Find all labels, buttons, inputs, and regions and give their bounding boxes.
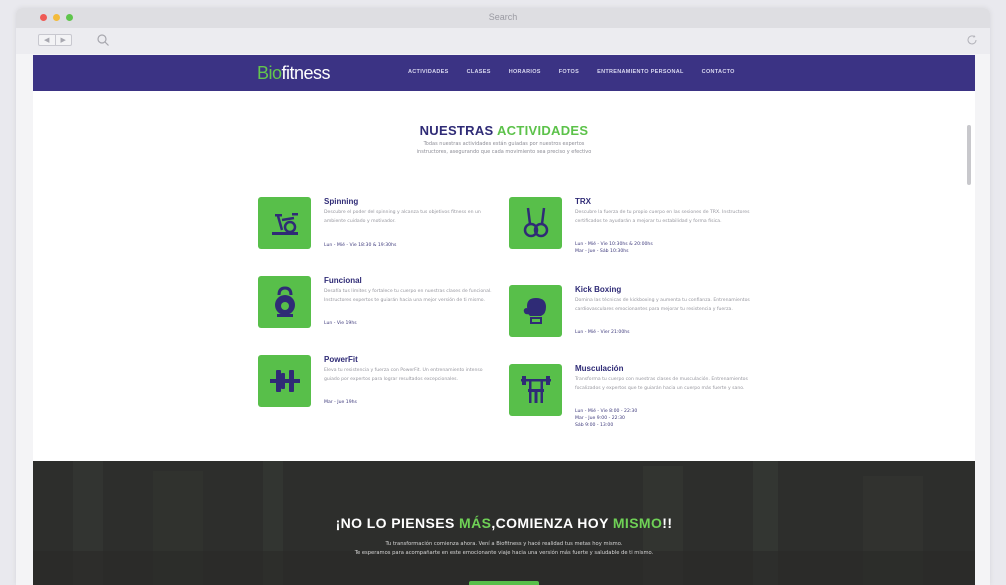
schedule-line-1: Lun - Vie 19hs <box>324 321 357 326</box>
history-nav: ◀ ▶ <box>38 34 72 46</box>
activities-title-accent: ACTIVIDADES <box>496 123 589 138</box>
activity-trx[interactable]: TRX Descubre la fuerza de tu propio cuer… <box>509 197 749 267</box>
activities-title: NUESTRAS ACTIVIDADES <box>33 123 975 138</box>
activity-description: Eleva tu resistencia y fuerza con PowerF… <box>324 368 483 382</box>
title-bar: Search <box>16 8 990 28</box>
activity-description: Domina las técnicas de kickboxing y aume… <box>575 298 750 312</box>
activity-name: Spinning <box>324 197 359 206</box>
kettlebell-icon <box>274 286 295 317</box>
cta-title-part2: MÁS <box>459 515 492 531</box>
activity-icon-box <box>509 285 562 337</box>
nav-clases[interactable]: CLASES <box>467 69 491 75</box>
boxing-glove-icon <box>523 298 546 324</box>
cta-title-part3: ,COMIENZA HOY <box>491 515 613 531</box>
main-nav: ACTIVIDADES CLASES HORARIOS FOTOS ENTREN… <box>408 69 735 75</box>
spinning-bike-icon <box>271 213 298 235</box>
activity-icon-box <box>258 276 311 328</box>
activity-funcional[interactable]: Funcional Desafía tus límites y fortalec… <box>258 276 498 346</box>
activity-schedule: Lun - Mié - Vier 21:00hs <box>575 329 630 336</box>
activities-title-main: NUESTRAS <box>419 123 494 138</box>
nav-entrenamiento-personal[interactable]: ENTRENAMIENTO PERSONAL <box>597 69 684 75</box>
activity-icon-box <box>258 197 311 249</box>
cta-title-part5: !! <box>662 515 673 531</box>
nav-actividades[interactable]: ACTIVIDADES <box>408 69 449 75</box>
cta-text-line2: Te esperamos para acompañarte en este em… <box>354 549 654 556</box>
activity-schedule: Mar - Jue 19hs <box>324 399 357 406</box>
back-button[interactable]: ◀ <box>39 35 55 45</box>
activity-icon-box <box>509 364 562 416</box>
activity-icon-box <box>258 355 311 407</box>
activities-subtitle: Todas nuestras actividades están guiadas… <box>33 140 975 156</box>
cta-button[interactable] <box>469 581 539 585</box>
cta-title-part1: ¡NO LO PIENSES <box>335 515 460 531</box>
activity-name: Musculación <box>575 364 624 373</box>
trx-rings-icon <box>523 207 548 238</box>
activity-schedule: Lun - Vie 19hs <box>324 320 357 327</box>
activity-description: Desafía tus límites y fortalece tu cuerp… <box>324 289 492 303</box>
activity-kick-boxing[interactable]: Kick Boxing Domina las técnicas de kickb… <box>509 285 750 355</box>
page-viewport: Biofitness ACTIVIDADES CLASES HORARIOS F… <box>33 55 975 585</box>
activity-schedule: Lun - Mié - Vie 8:00 - 22:30 Mar - Jue 9… <box>575 408 637 429</box>
activity-icon-box <box>509 197 562 249</box>
browser-toolbar: ◀ ▶ <box>16 28 990 54</box>
activities-subtitle-line1: Todas nuestras actividades están guiadas… <box>423 141 585 147</box>
activity-powerfit[interactable]: PowerFit Eleva tu resistencia y fuerza c… <box>258 355 498 425</box>
nav-horarios[interactable]: HORARIOS <box>509 69 541 75</box>
schedule-line-1: Lun - Mié - Vier 21:00hs <box>575 330 630 335</box>
schedule-line-1: Lun - Mié - Vie 8:00 - 22:30 <box>575 409 638 414</box>
window-title: Search <box>488 12 518 22</box>
schedule-line-1: Lun - Mié - Vie 18:30 & 19:30hs <box>324 243 397 248</box>
cta-title-part4: MISMO <box>612 515 663 531</box>
logo-fitness: fitness <box>281 63 331 83</box>
activities-subtitle-line2: instructores, asegurando que cada movimi… <box>416 149 592 155</box>
site-logo[interactable]: Biofitness <box>257 63 331 84</box>
weight-plates-icon <box>269 370 300 392</box>
activity-schedule: Lun - Mié - Vie 18:30 & 19:30hs <box>324 242 396 249</box>
reload-icon[interactable] <box>966 34 978 46</box>
site-header: Biofitness ACTIVIDADES CLASES HORARIOS F… <box>33 55 975 91</box>
nav-fotos[interactable]: FOTOS <box>559 69 579 75</box>
cta-section: ¡NO LO PIENSES MÁS,COMIENZA HOY MISMO!! … <box>33 461 975 585</box>
activity-name: Kick Boxing <box>575 285 622 294</box>
cta-title: ¡NO LO PIENSES MÁS,COMIENZA HOY MISMO!! <box>33 515 975 531</box>
search-icon[interactable] <box>96 33 110 47</box>
page-scrollbar[interactable] <box>967 125 971 185</box>
bench-press-icon <box>520 376 551 403</box>
browser-window: Search ◀ ▶ Biofitness ACTIVIDADES CLASES… <box>16 8 990 585</box>
activity-name: PowerFit <box>324 355 358 364</box>
schedule-line-1: Mar - Jue 19hs <box>324 400 357 405</box>
cta-text-line1: Tu transformación comienza ahora. Vení a… <box>385 541 623 547</box>
activity-name: Funcional <box>324 276 362 285</box>
activity-description: Descubre la fuerza de tu propio cuerpo e… <box>575 210 750 224</box>
schedule-line-1: Lun - Mié - Vie 10:30hs & 20:00hs <box>575 242 653 247</box>
activity-description: Transforma tu cuerpo con nuestras clases… <box>575 377 748 391</box>
activity-name: TRX <box>575 197 591 206</box>
forward-button[interactable]: ▶ <box>54 35 72 45</box>
cta-text: Tu transformación comienza ahora. Vení a… <box>293 540 715 557</box>
schedule-line-3: Sáb 9:00 - 13:00 <box>575 423 614 428</box>
nav-contacto[interactable]: CONTACTO <box>702 69 735 75</box>
activity-schedule: Lun - Mié - Vie 10:30hs & 20:00hs Mar - … <box>575 241 653 255</box>
activity-description: Descubre el poder del spinning y alcanza… <box>324 210 481 224</box>
activity-spinning[interactable]: Spinning Descubre el poder del spinning … <box>258 197 498 267</box>
schedule-line-2: Mar - Jue 9:00 - 22:30 <box>575 416 625 421</box>
schedule-line-2: Mar - Jue - Sáb 10:30hs <box>575 249 629 254</box>
logo-bio: Bio <box>257 63 282 83</box>
activity-musculacion[interactable]: Musculación Transforma tu cuerpo con nue… <box>509 364 749 434</box>
